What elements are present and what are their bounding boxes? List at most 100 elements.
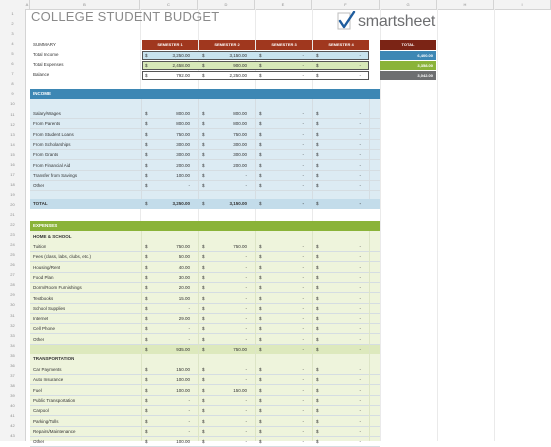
- row-header[interactable]: 32: [0, 323, 25, 328]
- row-value[interactable]: -: [203, 377, 248, 382]
- row-value[interactable]: -: [260, 111, 305, 116]
- row-value[interactable]: -: [203, 316, 248, 321]
- row-value[interactable]: -: [260, 152, 305, 157]
- row-value[interactable]: -: [317, 183, 362, 188]
- row-value[interactable]: -: [203, 337, 248, 342]
- row-value[interactable]: -: [203, 285, 248, 290]
- income-total-value[interactable]: -: [260, 201, 305, 206]
- row-value[interactable]: -: [260, 163, 305, 168]
- column-header[interactable]: G: [380, 0, 437, 9]
- row-header[interactable]: 21: [0, 212, 25, 217]
- row-header[interactable]: 22: [0, 222, 25, 227]
- row-value[interactable]: 100.00: [146, 388, 190, 393]
- row-value[interactable]: -: [260, 275, 305, 280]
- row-value[interactable]: -: [317, 163, 362, 168]
- summary-value[interactable]: -: [317, 63, 362, 68]
- row-value[interactable]: -: [317, 152, 362, 157]
- row-value[interactable]: 800.00: [203, 111, 247, 116]
- row-value[interactable]: 40.00: [146, 265, 190, 270]
- income-total-value[interactable]: -: [317, 201, 362, 206]
- row-value[interactable]: -: [260, 173, 305, 178]
- row-value[interactable]: 750.00: [146, 132, 190, 137]
- row-value[interactable]: -: [260, 306, 305, 311]
- summary-value[interactable]: 3,150.00: [203, 53, 247, 58]
- row-value[interactable]: 300.00: [146, 152, 190, 157]
- summary-value[interactable]: 2,458.00: [146, 63, 190, 68]
- row-header[interactable]: 41: [0, 413, 25, 418]
- column-header[interactable]: E: [255, 0, 312, 9]
- summary-total[interactable]: 3,358.00: [380, 61, 436, 70]
- row-value[interactable]: -: [260, 377, 305, 382]
- row-header[interactable]: 12: [0, 122, 25, 127]
- row-header[interactable]: 14: [0, 142, 25, 147]
- summary-total[interactable]: 6,400.00: [380, 51, 436, 60]
- row-value[interactable]: -: [317, 419, 362, 424]
- row-value[interactable]: -: [203, 408, 248, 413]
- row-value[interactable]: -: [260, 121, 305, 126]
- row-header[interactable]: 40: [0, 403, 25, 408]
- row-value[interactable]: -: [146, 398, 191, 403]
- row-value[interactable]: -: [260, 367, 305, 372]
- row-value[interactable]: -: [317, 132, 362, 137]
- row-header[interactable]: 38: [0, 383, 25, 388]
- row-value[interactable]: -: [146, 408, 191, 413]
- row-header[interactable]: 31: [0, 313, 25, 318]
- row-value[interactable]: -: [317, 111, 362, 116]
- row-value[interactable]: -: [317, 408, 362, 413]
- row-value[interactable]: -: [203, 439, 248, 444]
- row-value[interactable]: 200.00: [203, 163, 247, 168]
- row-header[interactable]: 17: [0, 172, 25, 177]
- row-value[interactable]: -: [317, 439, 362, 444]
- home-total-value[interactable]: -: [260, 347, 305, 352]
- row-value[interactable]: -: [317, 388, 362, 393]
- row-value[interactable]: -: [260, 408, 305, 413]
- row-value[interactable]: 29.00: [146, 316, 190, 321]
- row-header[interactable]: 10: [0, 101, 25, 106]
- row-value[interactable]: -: [260, 142, 305, 147]
- row-header[interactable]: 27: [0, 272, 25, 277]
- summary-value[interactable]: -: [260, 73, 305, 78]
- row-value[interactable]: -: [146, 183, 191, 188]
- row-value[interactable]: -: [317, 337, 362, 342]
- row-value[interactable]: 30.00: [146, 275, 190, 280]
- row-value[interactable]: 750.00: [203, 244, 247, 249]
- row-value[interactable]: 100.00: [146, 439, 190, 444]
- row-value[interactable]: -: [203, 367, 248, 372]
- row-value[interactable]: -: [203, 296, 248, 301]
- row-value[interactable]: -: [203, 306, 248, 311]
- row-value[interactable]: -: [317, 254, 362, 259]
- row-value[interactable]: -: [203, 419, 248, 424]
- row-value[interactable]: 300.00: [203, 142, 247, 147]
- row-value[interactable]: -: [146, 419, 191, 424]
- row-value[interactable]: 300.00: [203, 152, 247, 157]
- row-value[interactable]: -: [203, 183, 248, 188]
- row-header[interactable]: 36: [0, 363, 25, 368]
- row-header[interactable]: 1: [0, 11, 25, 16]
- home-total-value[interactable]: 750.00: [203, 347, 247, 352]
- row-value[interactable]: -: [146, 429, 191, 434]
- row-value[interactable]: -: [203, 254, 248, 259]
- row-header[interactable]: 9: [0, 91, 25, 96]
- row-header[interactable]: 11: [0, 112, 25, 117]
- column-header[interactable]: D: [198, 0, 255, 9]
- row-value[interactable]: -: [317, 173, 362, 178]
- row-header[interactable]: 23: [0, 232, 25, 237]
- row-header[interactable]: 30: [0, 302, 25, 307]
- row-header[interactable]: 2: [0, 21, 25, 26]
- row-value[interactable]: -: [260, 183, 305, 188]
- row-value[interactable]: -: [260, 326, 305, 331]
- row-header[interactable]: 25: [0, 252, 25, 257]
- row-header[interactable]: 35: [0, 353, 25, 358]
- row-value[interactable]: -: [317, 367, 362, 372]
- home-total-value[interactable]: 935.00: [146, 347, 190, 352]
- row-value[interactable]: -: [203, 265, 248, 270]
- row-value[interactable]: -: [317, 275, 362, 280]
- row-value[interactable]: -: [146, 326, 191, 331]
- column-header[interactable]: F: [312, 0, 380, 9]
- column-header[interactable]: H: [437, 0, 494, 9]
- column-header[interactable]: C: [140, 0, 198, 9]
- income-total-value[interactable]: 3,250.00: [146, 201, 190, 206]
- row-header[interactable]: 34: [0, 343, 25, 348]
- summary-value[interactable]: 900.00: [203, 63, 247, 68]
- row-header[interactable]: 26: [0, 262, 25, 267]
